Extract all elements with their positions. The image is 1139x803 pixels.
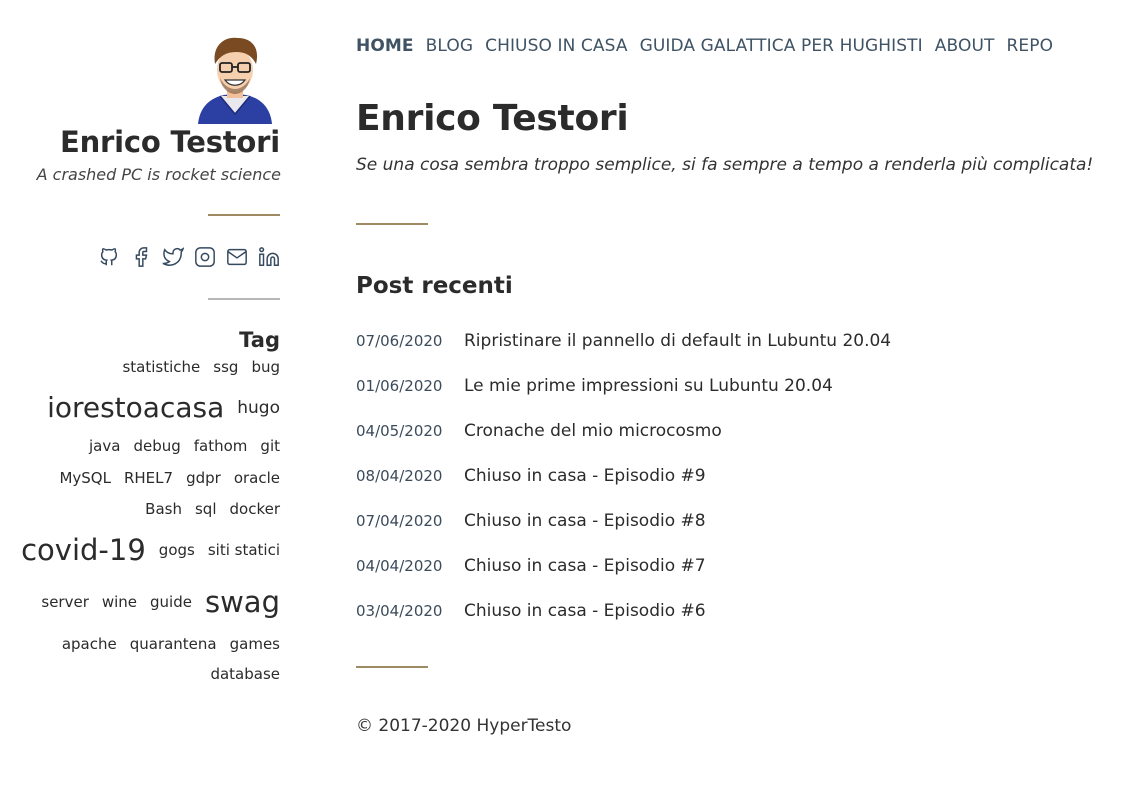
post-item: 07/04/2020 Chiuso in casa - Episodio #8 bbox=[356, 495, 1116, 540]
tag-link[interactable]: hugo bbox=[237, 399, 280, 417]
tag-link[interactable]: oracle bbox=[234, 470, 280, 486]
nav-blog[interactable]: BLOG bbox=[426, 36, 473, 56]
nav-chiuso-in-casa[interactable]: CHIUSO IN CASA bbox=[485, 36, 627, 56]
tag-link[interactable]: guide bbox=[150, 594, 192, 610]
post-link[interactable]: Chiuso in casa - Episodio #8 bbox=[464, 511, 706, 531]
nav-about[interactable]: ABOUT bbox=[935, 36, 995, 56]
divider bbox=[208, 214, 280, 216]
tag-link[interactable]: apache bbox=[62, 636, 117, 652]
post-date: 07/06/2020 bbox=[356, 332, 443, 350]
tag-link[interactable]: git bbox=[260, 438, 280, 454]
recent-posts-list: 07/06/2020 Ripristinare il pannello di d… bbox=[356, 315, 1116, 630]
tag-link[interactable]: debug bbox=[133, 438, 180, 454]
post-item: 04/05/2020 Cronache del mio microcosmo bbox=[356, 405, 1116, 450]
site-title[interactable]: Enrico Testori bbox=[0, 125, 280, 159]
divider bbox=[356, 223, 428, 225]
page-title: Enrico Testori bbox=[356, 98, 629, 139]
nav-home[interactable]: HOME bbox=[356, 36, 414, 56]
divider bbox=[208, 298, 280, 300]
linkedin-icon[interactable] bbox=[258, 246, 280, 268]
divider bbox=[356, 666, 428, 668]
post-date: 01/06/2020 bbox=[356, 377, 443, 395]
post-item: 08/04/2020 Chiuso in casa - Episodio #9 bbox=[356, 450, 1116, 495]
post-date: 07/04/2020 bbox=[356, 512, 443, 530]
tag-link[interactable]: games bbox=[230, 636, 280, 652]
tag-link[interactable]: ssg bbox=[213, 360, 238, 375]
post-item: 01/06/2020 Le mie prime impressioni su L… bbox=[356, 360, 1116, 405]
page-tagline: Se una cosa sembra troppo semplice, si f… bbox=[356, 155, 1094, 175]
tag-cloud: statistiche ssg bug iorestoacasa hugo ja… bbox=[21, 360, 281, 688]
tag-link[interactable]: iorestoacasa bbox=[47, 394, 224, 422]
tag-link[interactable]: database bbox=[210, 666, 280, 682]
tag-link[interactable]: Bash bbox=[145, 501, 182, 517]
post-link[interactable]: Chiuso in casa - Episodio #6 bbox=[464, 601, 706, 621]
tag-link[interactable]: statistiche bbox=[122, 360, 200, 375]
twitter-icon[interactable] bbox=[162, 246, 185, 268]
tag-link[interactable]: gdpr bbox=[186, 470, 221, 486]
tag-title: Tag bbox=[239, 328, 280, 352]
top-nav: HOME BLOG CHIUSO IN CASA GUIDA GALATTICA… bbox=[356, 36, 1116, 56]
tag-link[interactable]: java bbox=[89, 438, 120, 454]
nav-repo[interactable]: REPO bbox=[1006, 36, 1053, 56]
tag-link[interactable]: gogs bbox=[159, 542, 195, 558]
sidebar: Enrico Testori A crashed PC is rocket sc… bbox=[0, 34, 282, 688]
post-item: 03/04/2020 Chiuso in casa - Episodio #6 bbox=[356, 585, 1116, 630]
page: Enrico Testori A crashed PC is rocket sc… bbox=[0, 0, 1139, 803]
footer-copyright: © 2017-2020 HyperTesto bbox=[356, 716, 572, 736]
tag-link[interactable]: wine bbox=[102, 594, 137, 610]
post-item: 04/04/2020 Chiuso in casa - Episodio #7 bbox=[356, 540, 1116, 585]
tag-link[interactable]: swag bbox=[205, 587, 280, 617]
post-date: 04/04/2020 bbox=[356, 557, 443, 575]
tag-link[interactable]: covid-19 bbox=[21, 535, 146, 565]
avatar-icon bbox=[198, 37, 272, 124]
github-icon[interactable] bbox=[98, 246, 120, 268]
post-date: 03/04/2020 bbox=[356, 602, 443, 620]
tag-link[interactable]: docker bbox=[230, 501, 281, 517]
main-content: HOME BLOG CHIUSO IN CASA GUIDA GALATTICA… bbox=[356, 36, 1116, 736]
post-link[interactable]: Chiuso in casa - Episodio #7 bbox=[464, 556, 706, 576]
social-links bbox=[0, 246, 280, 268]
tag-link[interactable]: siti statici bbox=[208, 542, 280, 558]
tag-link[interactable]: MySQL bbox=[59, 470, 111, 486]
mail-icon[interactable] bbox=[226, 246, 248, 268]
post-link[interactable]: Ripristinare il pannello di default in L… bbox=[464, 331, 891, 351]
tag-link[interactable]: sql bbox=[195, 501, 217, 517]
post-date: 04/05/2020 bbox=[356, 422, 443, 440]
tag-link[interactable]: quarantena bbox=[130, 636, 217, 652]
post-date: 08/04/2020 bbox=[356, 467, 443, 485]
post-link[interactable]: Le mie prime impressioni su Lubuntu 20.0… bbox=[464, 376, 833, 396]
site-tagline: A crashed PC is rocket science bbox=[36, 165, 281, 184]
tag-link[interactable]: fathom bbox=[194, 438, 248, 454]
instagram-icon[interactable] bbox=[194, 246, 216, 268]
nav-guida-galattica[interactable]: GUIDA GALATTICA PER HUGHISTI bbox=[640, 36, 923, 56]
post-link[interactable]: Chiuso in casa - Episodio #9 bbox=[464, 466, 706, 486]
facebook-icon[interactable] bbox=[130, 246, 152, 268]
tag-link[interactable]: server bbox=[41, 594, 88, 610]
recent-posts-title: Post recenti bbox=[356, 273, 513, 299]
post-item: 07/06/2020 Ripristinare il pannello di d… bbox=[356, 315, 1116, 360]
tag-link[interactable]: RHEL7 bbox=[124, 470, 173, 486]
post-link[interactable]: Cronache del mio microcosmo bbox=[464, 421, 722, 441]
tag-link[interactable]: bug bbox=[251, 360, 280, 375]
